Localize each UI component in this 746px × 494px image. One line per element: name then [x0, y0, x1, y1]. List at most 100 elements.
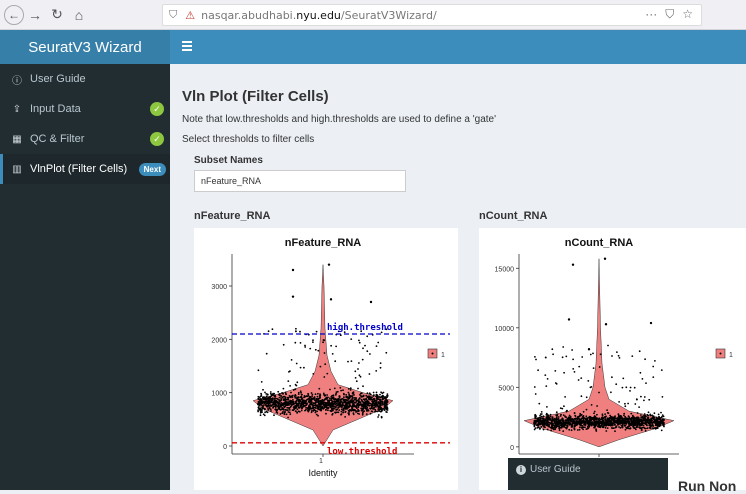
- data-point: [322, 392, 325, 395]
- sidebar-item-qc-filter[interactable]: ▦ QC & Filter ✓: [0, 124, 170, 154]
- data-point: [294, 410, 297, 413]
- data-point: [347, 398, 350, 400]
- page-actions-icon[interactable]: ···: [645, 7, 657, 22]
- data-point: [610, 427, 613, 429]
- data-point: [377, 414, 380, 416]
- data-point: [571, 349, 573, 351]
- pocket-icon[interactable]: ⛉: [665, 7, 674, 22]
- data-point: [339, 399, 342, 402]
- home-icon[interactable]: ⌂: [68, 4, 90, 26]
- data-point: [330, 395, 333, 397]
- data-point: [645, 382, 647, 384]
- data-point: [269, 391, 272, 393]
- data-point: [612, 422, 615, 425]
- data-point: [560, 413, 562, 416]
- data-point: [583, 422, 586, 425]
- data-point: [287, 407, 290, 409]
- data-point: [263, 396, 265, 398]
- data-point: [308, 404, 311, 406]
- data-point: [367, 404, 369, 407]
- data-point: [352, 405, 355, 407]
- data-point: [385, 399, 387, 402]
- sidebar-item-vlnplot[interactable]: ▥ VlnPlot (Filter Cells) Next: [0, 154, 170, 184]
- data-point: [591, 418, 594, 421]
- y-tick-label: 15000: [495, 266, 515, 273]
- data-point: [361, 399, 363, 402]
- data-point: [556, 423, 559, 426]
- data-point: [568, 428, 571, 431]
- data-point: [371, 396, 373, 399]
- data-point: [549, 415, 552, 418]
- legend-label: 1: [441, 352, 445, 359]
- data-point: [606, 409, 608, 411]
- data-point: [271, 328, 274, 331]
- data-point: [661, 421, 663, 423]
- data-point: [556, 414, 558, 417]
- data-point: [371, 398, 373, 401]
- data-point: [662, 423, 664, 425]
- data-point: [324, 409, 327, 411]
- data-point: [364, 404, 366, 407]
- sidebar-item-user-guide[interactable]: ⓘ User Guide: [0, 64, 170, 94]
- data-point: [366, 399, 369, 402]
- reload-icon[interactable]: ↻: [46, 4, 68, 26]
- data-point: [366, 350, 369, 353]
- data-point: [361, 358, 364, 361]
- data-point: [319, 393, 321, 396]
- data-point: [656, 424, 659, 426]
- data-point: [348, 402, 351, 405]
- data-point: [593, 415, 596, 418]
- back-icon[interactable]: ←: [4, 4, 24, 25]
- bookmark-star-icon[interactable]: ☆: [682, 7, 693, 22]
- data-point: [322, 339, 325, 341]
- data-point: [359, 375, 362, 378]
- data-point: [646, 427, 649, 430]
- data-point: [584, 421, 587, 423]
- data-point: [564, 419, 567, 422]
- data-point: [554, 370, 557, 372]
- data-point: [611, 355, 613, 357]
- violin-plot-nfeature: nFeature_RNA 0 1000 2000 3000 1 Identity high.t…: [211, 237, 450, 478]
- data-point: [566, 422, 568, 425]
- data-point: [585, 396, 588, 399]
- data-point: [548, 425, 551, 428]
- check-icon: ✓: [150, 132, 164, 146]
- data-point: [603, 421, 605, 423]
- data-point: [376, 395, 379, 397]
- data-point: [573, 418, 576, 420]
- data-point: [615, 383, 618, 386]
- data-point: [324, 363, 327, 366]
- forward-icon[interactable]: →: [24, 4, 46, 26]
- data-point: [295, 362, 298, 365]
- data-point: [272, 403, 275, 405]
- data-point: [386, 393, 389, 395]
- data-point: [278, 407, 281, 409]
- data-point: [257, 402, 260, 405]
- sidebar-item-input-data[interactable]: ⇪ Input Data ✓: [0, 94, 170, 124]
- app-logo[interactable]: SeuratV3 Wizard: [0, 30, 170, 64]
- data-point: [304, 409, 306, 412]
- subset-names-select[interactable]: nFeature_RNA: [194, 170, 406, 192]
- data-point: [652, 376, 655, 378]
- outlier-point: [291, 295, 295, 298]
- data-point: [282, 387, 285, 390]
- data-point: [372, 395, 375, 397]
- data-point: [598, 391, 600, 394]
- data-point: [656, 426, 659, 428]
- data-point: [338, 395, 341, 397]
- data-point: [309, 347, 312, 350]
- hamburger-menu-icon[interactable]: [182, 41, 192, 51]
- data-point: [345, 393, 348, 396]
- data-point: [374, 402, 376, 405]
- data-point: [274, 394, 276, 397]
- url-bar[interactable]: ⛉ ⚠ nasqar.abudhabi.nyu.edu/SeuratV3Wiza…: [162, 4, 702, 26]
- data-point: [269, 396, 271, 399]
- next-badge: Next: [138, 162, 166, 176]
- info-icon: ⓘ: [12, 75, 22, 87]
- data-point: [297, 403, 300, 406]
- overlay-sidebar-item-user-guide[interactable]: i User Guide: [508, 458, 668, 490]
- data-point: [344, 410, 347, 413]
- data-point: [638, 350, 641, 353]
- data-point: [276, 412, 279, 414]
- data-point: [630, 424, 633, 426]
